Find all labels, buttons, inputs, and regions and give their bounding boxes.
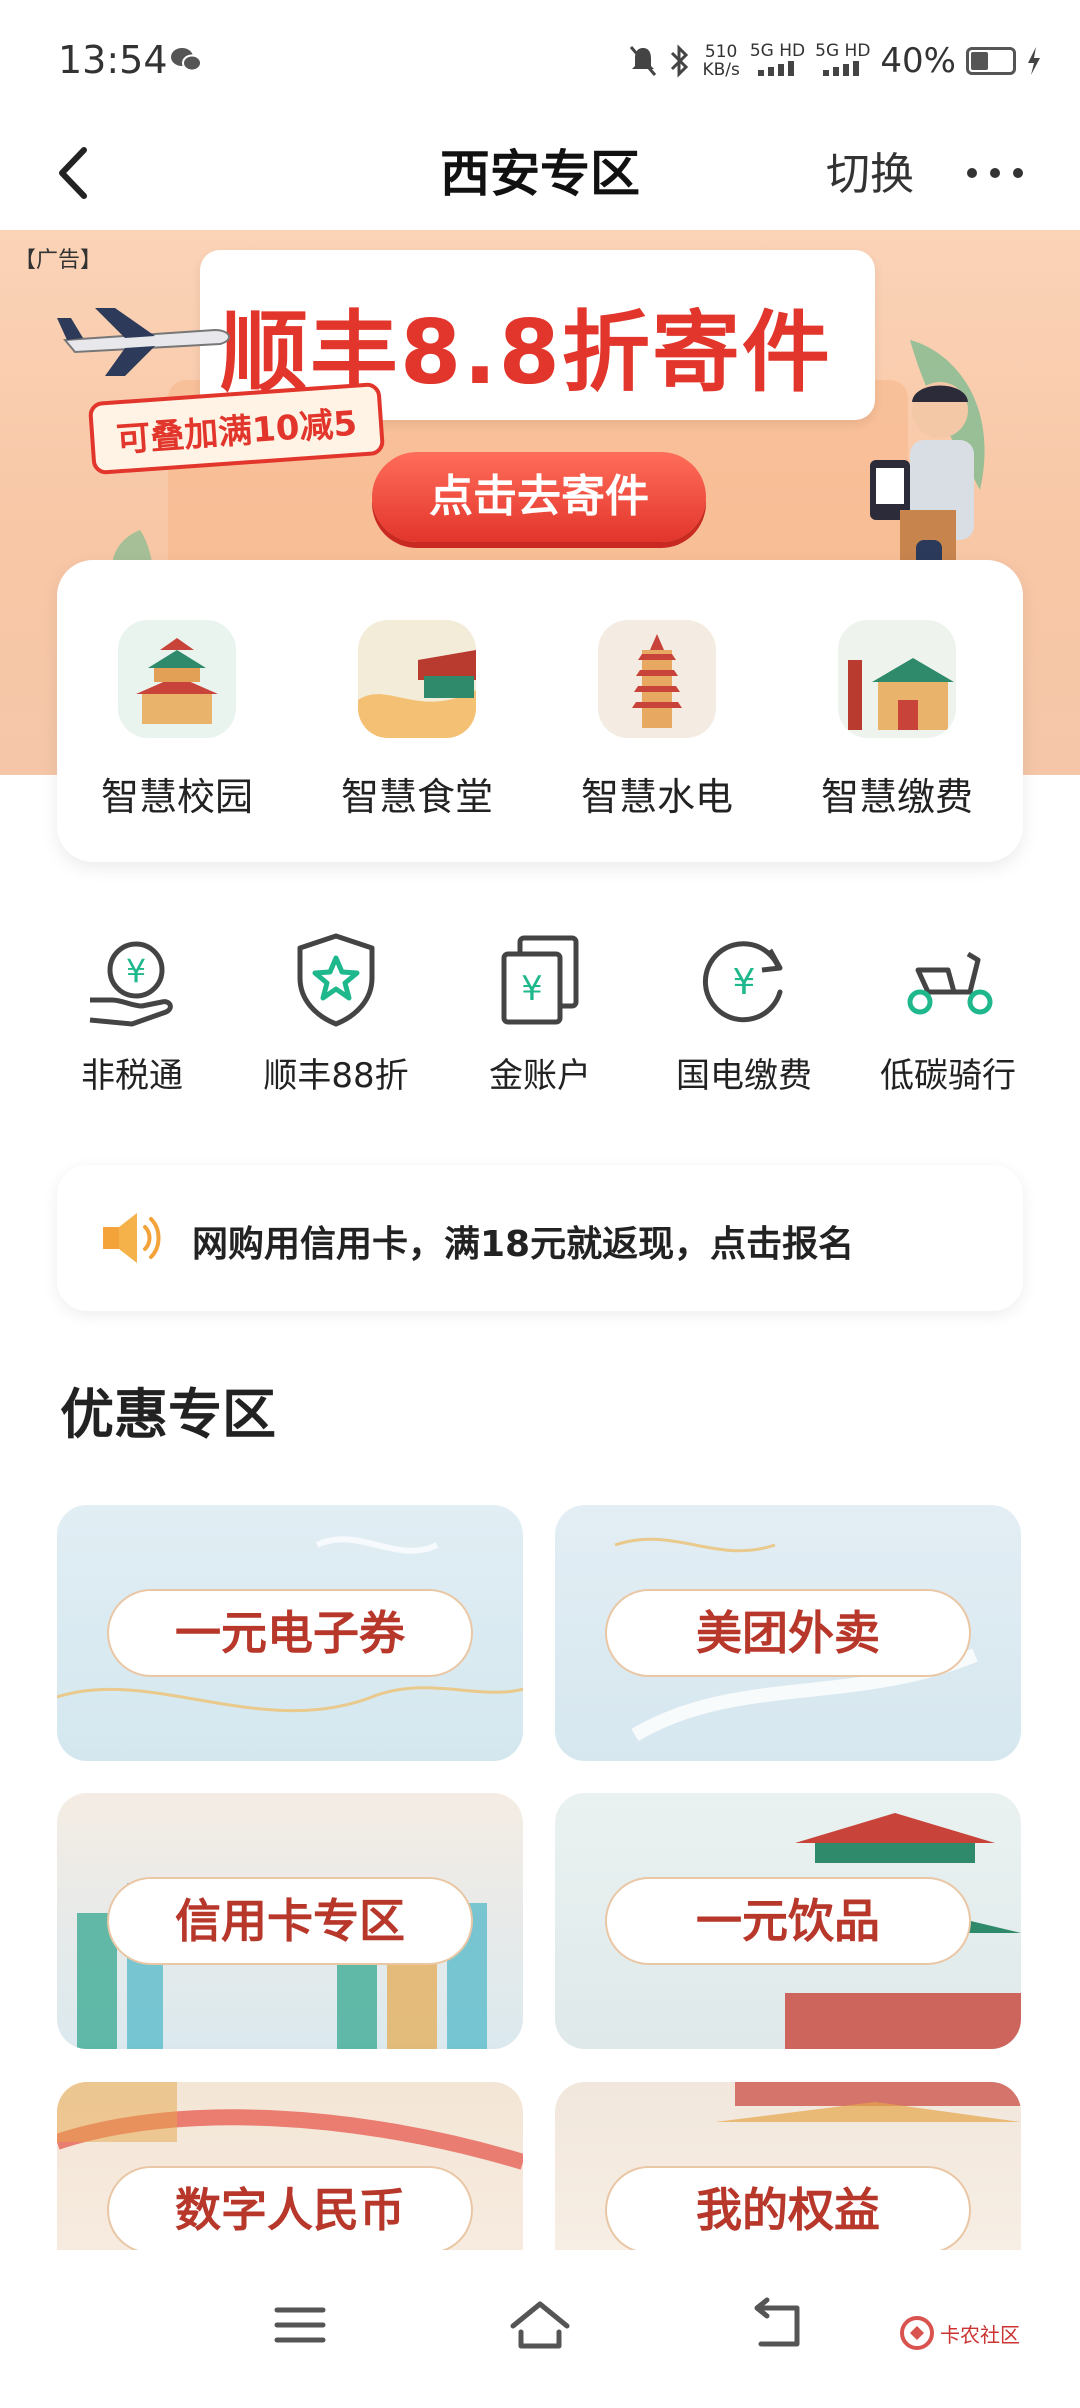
quick-item-label: 低碳骑行 [880, 1056, 1016, 1096]
signal-2: 5G HD [815, 42, 870, 80]
promo-one-yuan-voucher[interactable]: 一元电子券 [57, 1505, 523, 1761]
city-gate-icon [838, 620, 956, 738]
signal-1: 5G HD [750, 42, 805, 80]
promo-credit-card[interactable]: 信用卡专区 [57, 1793, 523, 2049]
status-time: 13:54 [58, 38, 168, 82]
nav-bar: 西安专区 切换 [0, 120, 1080, 230]
signal-1-label: 5G HD [749, 41, 806, 61]
promo-label: 一元电子券 [107, 1589, 473, 1677]
smart-item-label: 智慧食堂 [340, 775, 493, 819]
net-speed: 510 KB/s [702, 43, 739, 79]
watermark: 卡农社区 [900, 2316, 1020, 2350]
smart-item-canteen[interactable]: 智慧食堂 [297, 620, 537, 821]
promo-label: 一元饮品 [605, 1877, 971, 1965]
battery-percent: 40% [880, 41, 956, 81]
wechat-icon [171, 48, 202, 72]
smart-item-label: 智慧校园 [100, 775, 253, 819]
svg-text:¥: ¥ [521, 969, 543, 1009]
page-title: 西安专区 [440, 145, 640, 203]
home-icon[interactable] [505, 2290, 575, 2360]
promo-label: 美团外卖 [605, 1589, 971, 1677]
quick-item-nontax[interactable]: ¥ 非税通 [32, 930, 232, 1097]
speaker-icon [103, 1213, 161, 1263]
quick-item-label: 顺丰88折 [263, 1056, 409, 1096]
ad-tag: 【广告】 [14, 248, 103, 273]
promo-one-yuan-drinks[interactable]: 一元饮品 [555, 1793, 1021, 2049]
smart-item-campus[interactable]: 智慧校园 [57, 620, 297, 821]
quick-item-sf88[interactable]: 顺丰88折 [236, 930, 436, 1097]
send-parcel-button[interactable]: 点击去寄件 [372, 452, 706, 542]
quick-item-low-carbon[interactable]: 低碳骑行 [848, 930, 1048, 1097]
watermark-logo-icon [900, 2316, 934, 2350]
smart-item-label: 智慧水电 [580, 775, 733, 819]
more-icon[interactable] [960, 138, 1030, 208]
promo-label: 信用卡专区 [107, 1877, 473, 1965]
back-nav-icon[interactable] [745, 2290, 815, 2360]
smart-services-card: 智慧校园 智慧食堂 智慧水电 智慧缴费 [57, 560, 1023, 862]
menu-icon[interactable] [265, 2290, 335, 2360]
scooter-icon [907, 951, 993, 1015]
yuan-hand-icon: ¥ [89, 941, 173, 1027]
quick-item-label: 国电缴费 [676, 1056, 812, 1096]
quick-item-grid-payment[interactable]: ¥ 国电缴费 [644, 930, 844, 1097]
section-title: 优惠专区 [60, 1383, 276, 1446]
yuan-cards-icon: ¥ [501, 935, 579, 1025]
notice-text: 网购用信用卡，满18元就返现，点击报名 [192, 1224, 855, 1265]
pagoda-campus-icon [118, 620, 236, 738]
signal-bars-icon [822, 61, 859, 76]
promo-meituan[interactable]: 美团外卖 [555, 1505, 1021, 1761]
svg-text:¥: ¥ [733, 962, 756, 1003]
smart-item-utilities[interactable]: 智慧水电 [537, 620, 777, 821]
quick-item-label: 金账户 [489, 1056, 591, 1096]
bluetooth-icon [671, 44, 689, 78]
star-shield-icon [297, 933, 375, 1027]
quick-item-gold-account[interactable]: ¥ 金账户 [440, 930, 640, 1097]
yuan-refresh-icon: ¥ [702, 941, 783, 1023]
net-speed-value: 510 [704, 42, 738, 62]
quick-item-label: 非税通 [81, 1056, 183, 1096]
charging-icon [1028, 47, 1040, 75]
status-indicators: 510 KB/s 5G HD 5G HD 40% [628, 36, 1042, 86]
mute-bell-icon [630, 46, 657, 76]
notice-bar[interactable]: 网购用信用卡，满18元就返现，点击报名 [57, 1165, 1023, 1311]
smart-item-payment[interactable]: 智慧缴费 [777, 620, 1017, 821]
signal-2-label: 5G HD [815, 41, 871, 61]
status-bar: 13:54 510 KB/s 5G HD 5G HD 40% [0, 0, 1080, 120]
net-speed-unit: KB/s [702, 60, 740, 80]
palace-roof-icon [358, 620, 476, 738]
smart-item-label: 智慧缴费 [820, 775, 973, 819]
promo-label: 我的权益 [605, 2166, 971, 2254]
wild-goose-pagoda-icon [598, 620, 716, 738]
svg-text:¥: ¥ [126, 952, 146, 990]
battery-icon [966, 47, 1016, 75]
signal-bars-icon [757, 61, 794, 76]
switch-button[interactable]: 切换 [826, 138, 914, 202]
airplane-icon [57, 308, 230, 376]
promo-label: 数字人民币 [107, 2166, 473, 2254]
watermark-text: 卡农社区 [940, 2322, 1020, 2347]
